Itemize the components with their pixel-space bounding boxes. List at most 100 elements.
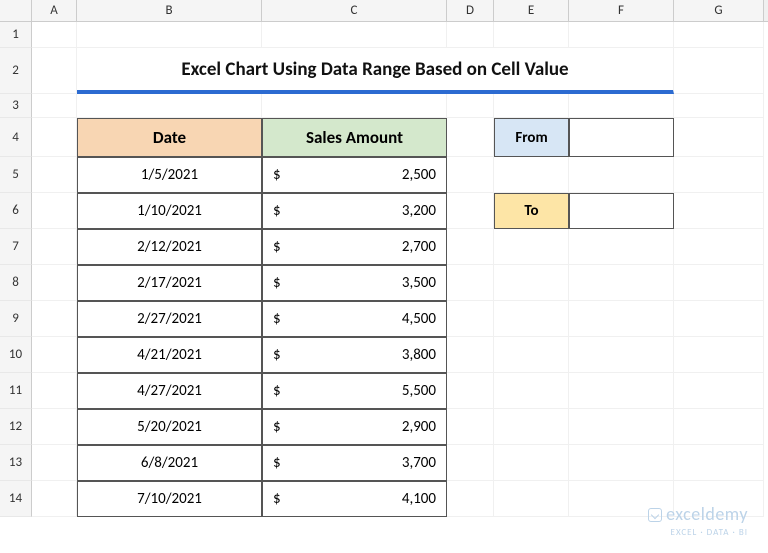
- cell-D14[interactable]: [447, 481, 494, 517]
- cell-amount-6[interactable]: $5,500: [262, 373, 447, 409]
- row-header-6[interactable]: 6: [0, 193, 32, 229]
- row-header-13[interactable]: 13: [0, 445, 32, 481]
- row-header-7[interactable]: 7: [0, 229, 32, 265]
- cell-G4[interactable]: [674, 118, 764, 157]
- header-amount[interactable]: Sales Amount: [262, 118, 447, 157]
- cell-F12[interactable]: [569, 409, 674, 445]
- row-header-1[interactable]: 1: [0, 22, 32, 48]
- cell-D7[interactable]: [447, 229, 494, 265]
- cell-G3[interactable]: [674, 94, 764, 118]
- cell-date-8[interactable]: 6/8/2021: [77, 445, 262, 481]
- input-to[interactable]: [569, 193, 674, 229]
- cell-date-5[interactable]: 4/21/2021: [77, 337, 262, 373]
- cell-G9[interactable]: [674, 301, 764, 337]
- cell-C3[interactable]: [262, 94, 447, 118]
- cell-E8[interactable]: [494, 265, 569, 301]
- row-header-2[interactable]: 2: [0, 48, 32, 94]
- cell-F8[interactable]: [569, 265, 674, 301]
- cell-date-6[interactable]: 4/27/2021: [77, 373, 262, 409]
- cell-D3[interactable]: [447, 94, 494, 118]
- cell-date-0[interactable]: 1/5/2021: [77, 157, 262, 193]
- label-from[interactable]: From: [494, 118, 569, 157]
- cell-G1[interactable]: [674, 22, 764, 48]
- row-header-4[interactable]: 4: [0, 118, 32, 157]
- row-header-5[interactable]: 5: [0, 157, 32, 193]
- cell-G11[interactable]: [674, 373, 764, 409]
- col-header-F[interactable]: F: [569, 0, 674, 21]
- row-header-14[interactable]: 14: [0, 481, 32, 517]
- cell-E10[interactable]: [494, 337, 569, 373]
- cell-amount-3[interactable]: $3,500: [262, 265, 447, 301]
- cell-G6[interactable]: [674, 193, 764, 229]
- page-title[interactable]: Excel Chart Using Data Range Based on Ce…: [77, 48, 674, 94]
- cell-A5[interactable]: [32, 157, 77, 193]
- select-all-corner[interactable]: [0, 0, 32, 21]
- cell-D13[interactable]: [447, 445, 494, 481]
- cell-amount-2[interactable]: $2,700: [262, 229, 447, 265]
- cell-A11[interactable]: [32, 373, 77, 409]
- cell-amount-4[interactable]: $4,500: [262, 301, 447, 337]
- cell-E13[interactable]: [494, 445, 569, 481]
- cell-A4[interactable]: [32, 118, 77, 157]
- cell-D11[interactable]: [447, 373, 494, 409]
- cell-F10[interactable]: [569, 337, 674, 373]
- row-header-9[interactable]: 9: [0, 301, 32, 337]
- cell-G2[interactable]: [674, 48, 764, 94]
- cell-date-3[interactable]: 2/17/2021: [77, 265, 262, 301]
- cell-date-2[interactable]: 2/12/2021: [77, 229, 262, 265]
- cell-D12[interactable]: [447, 409, 494, 445]
- cell-A9[interactable]: [32, 301, 77, 337]
- cell-F5[interactable]: [569, 157, 674, 193]
- cell-A8[interactable]: [32, 265, 77, 301]
- cell-B3[interactable]: [77, 94, 262, 118]
- header-date[interactable]: Date: [77, 118, 262, 157]
- cell-A2[interactable]: [32, 48, 77, 94]
- cell-A3[interactable]: [32, 94, 77, 118]
- cell-D4[interactable]: [447, 118, 494, 157]
- cell-E5[interactable]: [494, 157, 569, 193]
- cell-F14[interactable]: [569, 481, 674, 517]
- row-header-11[interactable]: 11: [0, 373, 32, 409]
- cell-amount-8[interactable]: $3,700: [262, 445, 447, 481]
- cell-amount-0[interactable]: $ 2,500: [262, 157, 447, 193]
- cell-A10[interactable]: [32, 337, 77, 373]
- cell-F3[interactable]: [569, 94, 674, 118]
- col-header-C[interactable]: C: [262, 0, 447, 21]
- cell-A6[interactable]: [32, 193, 77, 229]
- col-header-D[interactable]: D: [447, 0, 494, 21]
- cell-D8[interactable]: [447, 265, 494, 301]
- cell-G14[interactable]: [674, 481, 764, 517]
- cell-amount-5[interactable]: $3,800: [262, 337, 447, 373]
- cell-G5[interactable]: [674, 157, 764, 193]
- label-to[interactable]: To: [494, 193, 569, 229]
- cell-E3[interactable]: [494, 94, 569, 118]
- cell-amount-7[interactable]: $2,900: [262, 409, 447, 445]
- cell-F13[interactable]: [569, 445, 674, 481]
- cell-D9[interactable]: [447, 301, 494, 337]
- cell-E14[interactable]: [494, 481, 569, 517]
- cell-G8[interactable]: [674, 265, 764, 301]
- cell-date-9[interactable]: 7/10/2021: [77, 481, 262, 517]
- cell-date-7[interactable]: 5/20/2021: [77, 409, 262, 445]
- cell-A13[interactable]: [32, 445, 77, 481]
- col-header-A[interactable]: A: [32, 0, 77, 21]
- col-header-G[interactable]: G: [674, 0, 764, 21]
- row-header-12[interactable]: 12: [0, 409, 32, 445]
- row-header-3[interactable]: 3: [0, 94, 32, 118]
- input-from[interactable]: [569, 118, 674, 157]
- col-header-B[interactable]: B: [77, 0, 262, 21]
- cell-G13[interactable]: [674, 445, 764, 481]
- cell-B1[interactable]: [77, 22, 262, 48]
- cell-A7[interactable]: [32, 229, 77, 265]
- cell-F7[interactable]: [569, 229, 674, 265]
- cell-C1[interactable]: [262, 22, 447, 48]
- cell-E7[interactable]: [494, 229, 569, 265]
- cell-E12[interactable]: [494, 409, 569, 445]
- cell-A1[interactable]: [32, 22, 77, 48]
- cell-F9[interactable]: [569, 301, 674, 337]
- cell-E9[interactable]: [494, 301, 569, 337]
- cell-amount-1[interactable]: $ 3,200: [262, 193, 447, 229]
- col-header-E[interactable]: E: [494, 0, 569, 21]
- cell-D1[interactable]: [447, 22, 494, 48]
- cell-D5[interactable]: [447, 157, 494, 193]
